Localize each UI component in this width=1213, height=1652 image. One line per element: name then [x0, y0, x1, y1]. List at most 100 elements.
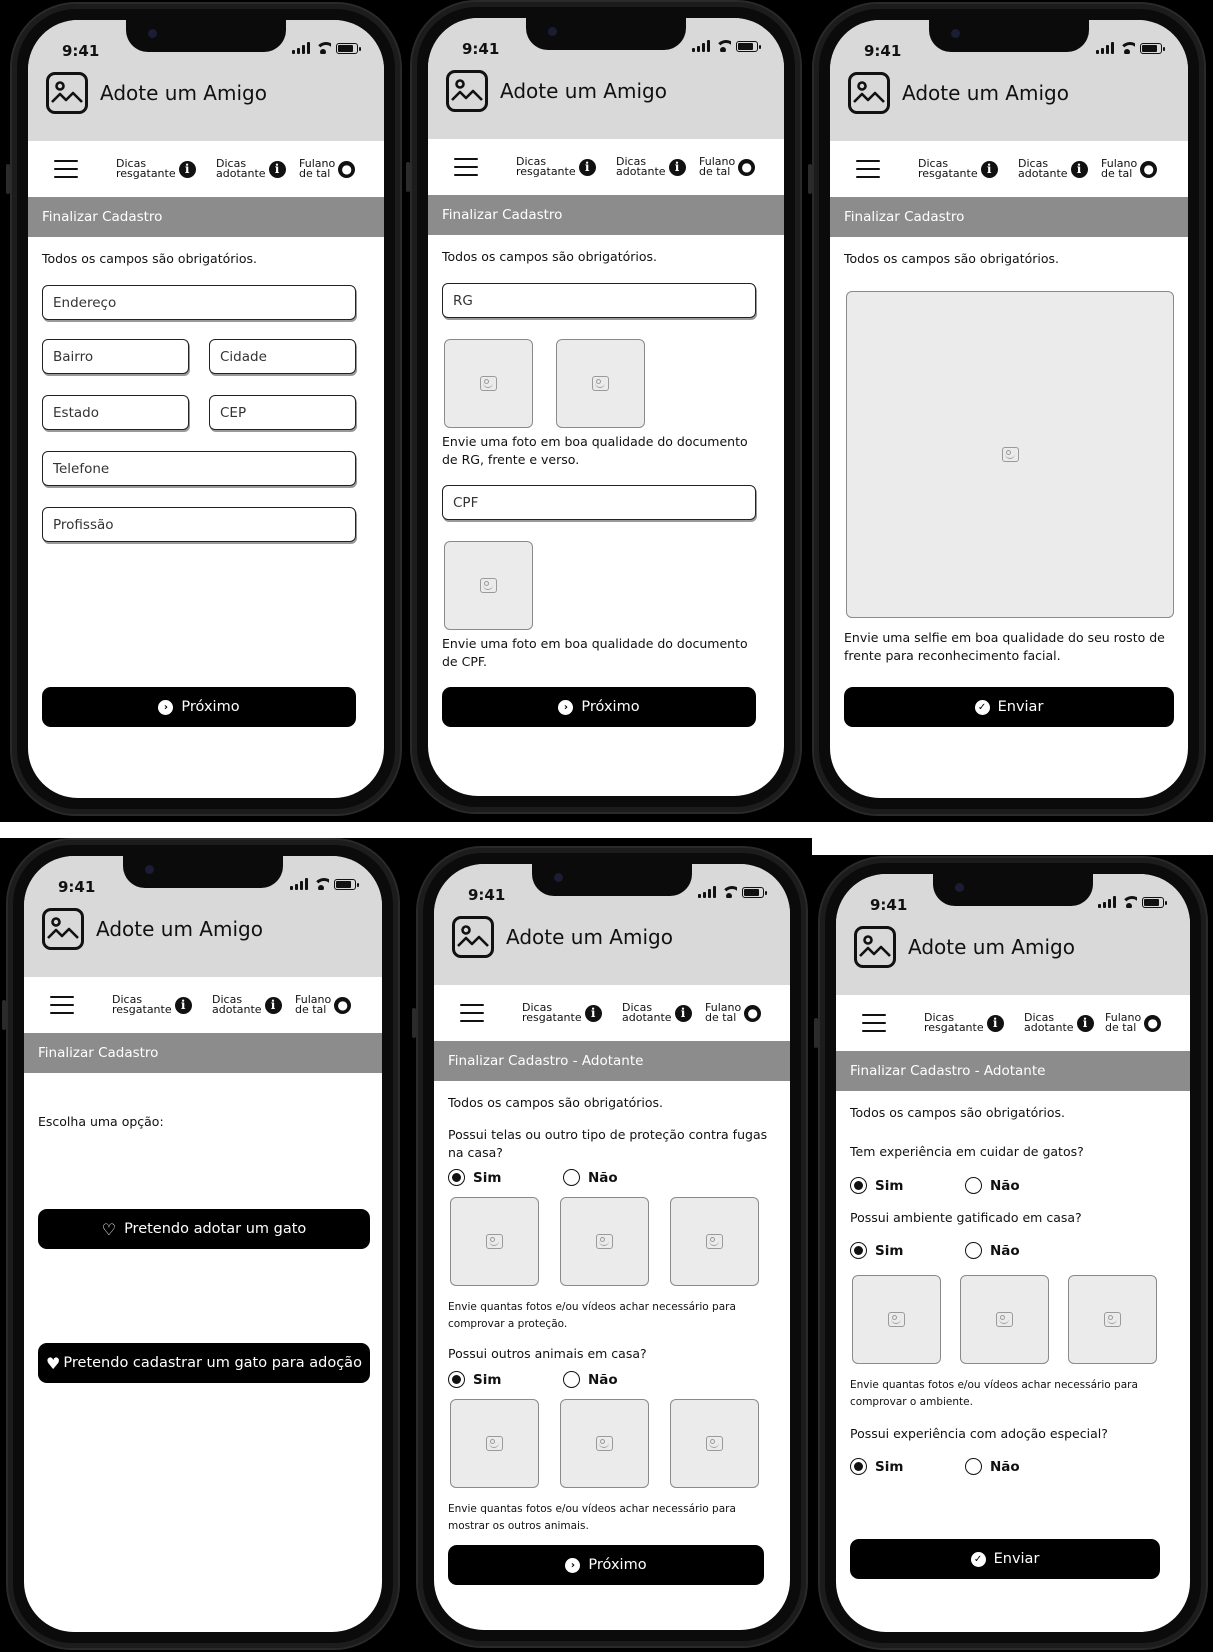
top-nav: Dicas resgatante i Dicas adotante i Fulano…: [428, 139, 784, 195]
user-icon: ●: [1144, 1014, 1162, 1032]
send-button-label: Enviar: [997, 699, 1044, 715]
arrow-right-circle-icon: ›: [558, 699, 574, 715]
profession-field[interactable]: Profissão: [42, 507, 356, 542]
animals-upload-1[interactable]: [450, 1399, 539, 1488]
nav-user-line2: de tal: [299, 167, 331, 180]
environment-upload-3[interactable]: [1068, 1275, 1157, 1364]
hamburger-icon[interactable]: [50, 996, 74, 1014]
image-placeholder-icon: [486, 1436, 503, 1451]
hamburger-icon[interactable]: [454, 158, 478, 176]
question-other-animals: Possui outros animais em casa?: [448, 1346, 647, 1361]
radio-unselected-icon: [563, 1371, 580, 1388]
nav-tips-rescuer[interactable]: Dicas resgatante i: [516, 156, 596, 177]
option-yes[interactable]: Sim: [850, 1177, 965, 1194]
animals-upload-2[interactable]: [560, 1399, 649, 1488]
environment-upload-2[interactable]: [960, 1275, 1049, 1364]
battery-icon: [1140, 42, 1165, 54]
screen: 9:41 Adote um Amigo Dicas resgatante i Di…: [836, 874, 1190, 1632]
city-field[interactable]: Cidade: [209, 339, 356, 374]
question-special-adoption: Possui experiência com adoção especial?: [850, 1426, 1108, 1441]
rg-front-upload[interactable]: [444, 339, 533, 428]
nav-user[interactable]: Fulano de tal ●: [699, 156, 756, 177]
status-icons: [290, 878, 359, 890]
environment-upload-1[interactable]: [852, 1275, 941, 1364]
rg-back-upload[interactable]: [556, 339, 645, 428]
next-button[interactable]: › Próximo: [442, 687, 756, 727]
option-no[interactable]: Não: [965, 1458, 1080, 1475]
nav-user-line2: de tal: [1101, 167, 1133, 180]
option-no[interactable]: Não: [563, 1371, 678, 1388]
nav-user-line2: de tal: [705, 1011, 737, 1024]
option-yes[interactable]: Sim: [850, 1458, 965, 1475]
nav-tips-rescuer[interactable]: Dicas resgatante i: [116, 158, 196, 179]
hamburger-icon[interactable]: [460, 1004, 484, 1022]
nav-tips-adopter[interactable]: Dicas adotante i: [616, 156, 686, 177]
nav-tips-adopter[interactable]: Dicas adotante i: [1018, 158, 1088, 179]
nav-tips-adopter[interactable]: Dicas adotante i: [212, 994, 282, 1015]
option-no[interactable]: Não: [965, 1242, 1080, 1259]
nav-user[interactable]: Fulano de tal ●: [705, 1002, 762, 1024]
register-cat-button[interactable]: ♥ Pretendo cadastrar um gato para adoção: [38, 1343, 370, 1383]
screen: 9:41 Adote um Amigo Dicas resgatante i Di…: [28, 20, 384, 798]
image-placeholder-icon: [596, 1436, 613, 1451]
required-notice: Todos os campos são obrigatórios.: [844, 251, 1060, 266]
selfie-upload[interactable]: [846, 291, 1174, 618]
protection-upload-3[interactable]: [670, 1197, 759, 1286]
protection-upload-1[interactable]: [450, 1197, 539, 1286]
zip-field[interactable]: CEP: [209, 395, 356, 430]
cpf-field[interactable]: CPF: [442, 485, 756, 520]
protection-upload-2[interactable]: [560, 1197, 649, 1286]
heart-filled-icon: ♥: [46, 1353, 61, 1373]
nav-tips-adopter[interactable]: Dicas adotante i: [1024, 1012, 1094, 1033]
nav-tips-adopter[interactable]: Dicas adotante i: [622, 1002, 692, 1023]
nav-user[interactable]: Fulano de tal ●: [1101, 158, 1158, 180]
option-no[interactable]: Não: [563, 1169, 678, 1186]
hamburger-icon[interactable]: [856, 160, 880, 178]
rg-hint: Envie uma foto em boa qualidade do docum…: [442, 434, 748, 467]
neighborhood-field[interactable]: Bairro: [42, 339, 189, 374]
hamburger-icon[interactable]: [54, 160, 78, 178]
battery-icon: [742, 886, 767, 898]
next-button[interactable]: › Próximo: [448, 1545, 764, 1585]
app-title: Adote um Amigo: [500, 79, 667, 103]
option-yes[interactable]: Sim: [448, 1169, 563, 1186]
cpf-upload[interactable]: [444, 541, 533, 630]
phone-field[interactable]: Telefone: [42, 451, 356, 486]
adopt-cat-label: Pretendo adotar um gato: [124, 1221, 307, 1237]
send-button[interactable]: ✓ Enviar: [850, 1539, 1160, 1579]
radio-unselected-icon: [965, 1177, 982, 1194]
nav-tips-rescuer[interactable]: Dicas resgatante i: [918, 158, 998, 179]
info-icon: i: [668, 158, 686, 176]
state-field[interactable]: Estado: [42, 395, 189, 430]
radio-unselected-icon: [965, 1458, 982, 1475]
option-no[interactable]: Não: [965, 1177, 1080, 1194]
required-notice: Todos os campos são obrigatórios.: [850, 1105, 1066, 1120]
animals-upload-3[interactable]: [670, 1399, 759, 1488]
option-no-label: Não: [990, 1458, 1020, 1475]
rg-field[interactable]: RG: [442, 283, 756, 318]
next-button[interactable]: › Próximo: [42, 687, 356, 727]
logo-image-icon: [848, 72, 890, 114]
radio-selected-icon: [850, 1177, 867, 1194]
phone-selfie-form: 9:41 Adote um Amigo Dicas resgatante i Di…: [808, 2, 1206, 816]
user-icon: ●: [1140, 160, 1158, 178]
battery-icon: [736, 40, 761, 52]
app-title: Adote um Amigo: [506, 925, 673, 949]
nav-user[interactable]: Fulano de tal ●: [1105, 1012, 1162, 1033]
nav-user[interactable]: Fulano de tal ●: [295, 994, 352, 1015]
status-time: 9:41: [468, 886, 506, 904]
phone-adopter-form-2: 9:41 Adote um Amigo Dicas resgatante i Di…: [814, 856, 1208, 1650]
adopt-cat-button[interactable]: ♡ Pretendo adotar um gato: [38, 1209, 370, 1249]
info-icon: i: [178, 160, 196, 178]
nav-tips-adopter[interactable]: Dicas adotante i: [216, 158, 286, 179]
send-button[interactable]: ✓ Enviar: [844, 687, 1174, 727]
address-field[interactable]: Endereço: [42, 285, 356, 320]
nav-tips-rescuer[interactable]: Dicas resgatante i: [522, 1002, 602, 1023]
nav-tips-rescuer[interactable]: Dicas resgatante i: [924, 1012, 1004, 1033]
hamburger-icon[interactable]: [862, 1014, 886, 1032]
nav-tips-rescuer[interactable]: Dicas resgatante i: [112, 994, 192, 1015]
nav-user[interactable]: Fulano de tal ●: [299, 158, 356, 180]
top-nav: Dicas resgatante i Dicas adotante i Fulano…: [434, 985, 790, 1041]
option-yes[interactable]: Sim: [850, 1242, 965, 1259]
option-yes[interactable]: Sim: [448, 1371, 563, 1388]
